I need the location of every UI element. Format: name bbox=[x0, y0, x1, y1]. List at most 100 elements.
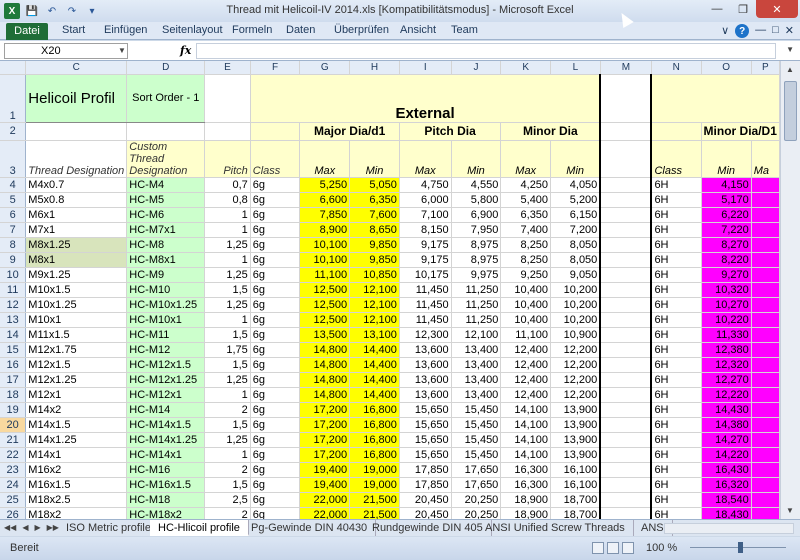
cell[interactable] bbox=[25, 122, 128, 141]
cell-k[interactable]: 8,250 bbox=[500, 237, 552, 253]
cell-p[interactable] bbox=[751, 252, 780, 268]
cell-i[interactable]: 9,175 bbox=[399, 252, 452, 268]
cell-f[interactable]: 6g bbox=[250, 462, 301, 478]
cell-o[interactable]: 12,380 bbox=[701, 342, 752, 358]
cell-i[interactable]: 8,150 bbox=[399, 222, 452, 238]
cell-p[interactable] bbox=[751, 237, 780, 253]
cell-m[interactable] bbox=[600, 387, 652, 403]
cell[interactable] bbox=[600, 140, 652, 178]
formula-input[interactable] bbox=[196, 43, 776, 59]
cell-d[interactable]: HC-M9 bbox=[126, 267, 206, 283]
cell-o[interactable]: 4,150 bbox=[701, 177, 752, 193]
row-header[interactable]: 23 bbox=[0, 462, 27, 478]
cell-e[interactable]: 1,25 bbox=[204, 372, 251, 388]
cell-g[interactable]: 14,800 bbox=[299, 387, 351, 403]
cell-f[interactable]: 6g bbox=[250, 342, 301, 358]
cell-nn[interactable]: 6H bbox=[650, 222, 702, 238]
cell-i[interactable]: 11,450 bbox=[399, 312, 452, 328]
cell-nn[interactable]: 6H bbox=[650, 492, 702, 508]
cell-nn[interactable]: 6H bbox=[650, 432, 702, 448]
cell-h[interactable]: 8,650 bbox=[349, 222, 400, 238]
sheet-tab-ansi-unified[interactable]: ANSI Unified Screw Threads bbox=[477, 520, 634, 536]
cell-k[interactable]: 11,100 bbox=[500, 327, 552, 343]
cell-h[interactable]: 14,400 bbox=[349, 357, 400, 373]
cell-nn[interactable]: 6H bbox=[650, 417, 702, 433]
cell-o[interactable]: 12,270 bbox=[701, 372, 752, 388]
cell-h[interactable]: 6,350 bbox=[349, 192, 400, 208]
cell-l[interactable]: 8,050 bbox=[550, 252, 602, 268]
cell-nn[interactable]: 6H bbox=[650, 207, 702, 223]
cell-k[interactable]: 14,100 bbox=[500, 447, 552, 463]
cell-p[interactable] bbox=[751, 432, 780, 448]
scroll-down-icon[interactable]: ▼ bbox=[786, 506, 794, 515]
cell-o[interactable]: 10,270 bbox=[701, 297, 752, 313]
row-header[interactable]: 16 bbox=[0, 357, 27, 373]
cell-l[interactable]: 10,200 bbox=[550, 297, 602, 313]
cell-k[interactable]: 14,100 bbox=[500, 417, 552, 433]
cell-i[interactable]: 15,650 bbox=[399, 447, 452, 463]
row-header[interactable]: 2 bbox=[0, 122, 27, 141]
cell-l[interactable]: 10,200 bbox=[550, 282, 602, 298]
cell-h[interactable]: 16,800 bbox=[349, 432, 400, 448]
cell-m[interactable] bbox=[600, 222, 652, 238]
cell-h[interactable]: 9,850 bbox=[349, 237, 400, 253]
minimize-ribbon-icon[interactable]: ∨ bbox=[721, 24, 729, 38]
cell-d[interactable]: HC-M12x1.5 bbox=[126, 357, 206, 373]
cell-d[interactable]: HC-M14x1.25 bbox=[126, 432, 206, 448]
cell-d[interactable]: HC-M7x1 bbox=[126, 222, 206, 238]
tab-ueberpruefen[interactable]: Überprüfen bbox=[334, 24, 389, 36]
cell-g[interactable]: 7,850 bbox=[299, 207, 351, 223]
cell-e[interactable]: 2 bbox=[204, 462, 251, 478]
cell-p[interactable] bbox=[751, 312, 780, 328]
column-header-n[interactable]: N bbox=[651, 61, 702, 75]
cell-f[interactable]: 6g bbox=[250, 447, 301, 463]
row-header[interactable]: 26 bbox=[0, 507, 27, 519]
name-box[interactable]: X20 bbox=[4, 43, 128, 59]
cell-e[interactable]: 1,5 bbox=[204, 417, 251, 433]
cell-m[interactable] bbox=[600, 282, 652, 298]
cell-e[interactable]: 1 bbox=[204, 252, 251, 268]
cell-f[interactable]: 6g bbox=[250, 417, 301, 433]
cell-e[interactable]: 1 bbox=[204, 447, 251, 463]
cell-f[interactable]: 6g bbox=[250, 267, 301, 283]
cell-l[interactable]: 13,900 bbox=[550, 402, 602, 418]
cell-m[interactable] bbox=[600, 312, 652, 328]
cell-l[interactable]: 10,200 bbox=[550, 312, 602, 328]
cell-j[interactable]: 8,975 bbox=[451, 237, 502, 253]
cell-l[interactable]: 5,200 bbox=[550, 192, 602, 208]
cell-nn[interactable]: 6H bbox=[650, 372, 702, 388]
cell[interactable] bbox=[204, 122, 251, 141]
column-header-i[interactable]: I bbox=[399, 61, 452, 75]
insert-function-icon[interactable]: fx bbox=[180, 44, 191, 57]
cell-o[interactable]: 11,330 bbox=[701, 327, 752, 343]
cell-m[interactable] bbox=[600, 252, 652, 268]
cell-j[interactable]: 5,800 bbox=[451, 192, 502, 208]
row-header[interactable]: 25 bbox=[0, 492, 27, 508]
column-header-c[interactable]: C bbox=[25, 61, 128, 75]
cell-c[interactable]: M12x1.5 bbox=[25, 357, 128, 373]
cell-p[interactable] bbox=[751, 282, 780, 298]
column-header-m[interactable]: M bbox=[600, 61, 652, 75]
cell-l[interactable]: 8,050 bbox=[550, 237, 602, 253]
cell-f[interactable]: 6g bbox=[250, 237, 301, 253]
cell-i[interactable]: 20,450 bbox=[399, 492, 452, 508]
cell-c[interactable]: M16x1.5 bbox=[25, 477, 128, 493]
cell-i[interactable]: 13,600 bbox=[399, 357, 452, 373]
cell-g[interactable]: 14,800 bbox=[299, 342, 351, 358]
cell-c[interactable]: M12x1.25 bbox=[25, 372, 128, 388]
cell-nn[interactable]: 6H bbox=[650, 477, 702, 493]
prev-sheet-icon[interactable]: ◀ bbox=[22, 523, 28, 532]
cell-nn[interactable]: 6H bbox=[650, 447, 702, 463]
cell-g[interactable]: 13,500 bbox=[299, 327, 351, 343]
cell-j[interactable]: 13,400 bbox=[451, 372, 502, 388]
cell-i[interactable]: 11,450 bbox=[399, 282, 452, 298]
cell-h[interactable]: 12,100 bbox=[349, 297, 400, 313]
cell-j[interactable]: 11,250 bbox=[451, 312, 502, 328]
cell[interactable] bbox=[204, 74, 251, 123]
cell-h[interactable]: 16,800 bbox=[349, 417, 400, 433]
cell-d[interactable]: HC-M10x1.25 bbox=[126, 297, 206, 313]
sheet-tab-iso-metric[interactable]: ISO Metric profile bbox=[58, 520, 160, 536]
cell-g[interactable]: 10,100 bbox=[299, 252, 351, 268]
cell-e[interactable]: 1 bbox=[204, 312, 251, 328]
cell-f[interactable]: 6g bbox=[250, 387, 301, 403]
